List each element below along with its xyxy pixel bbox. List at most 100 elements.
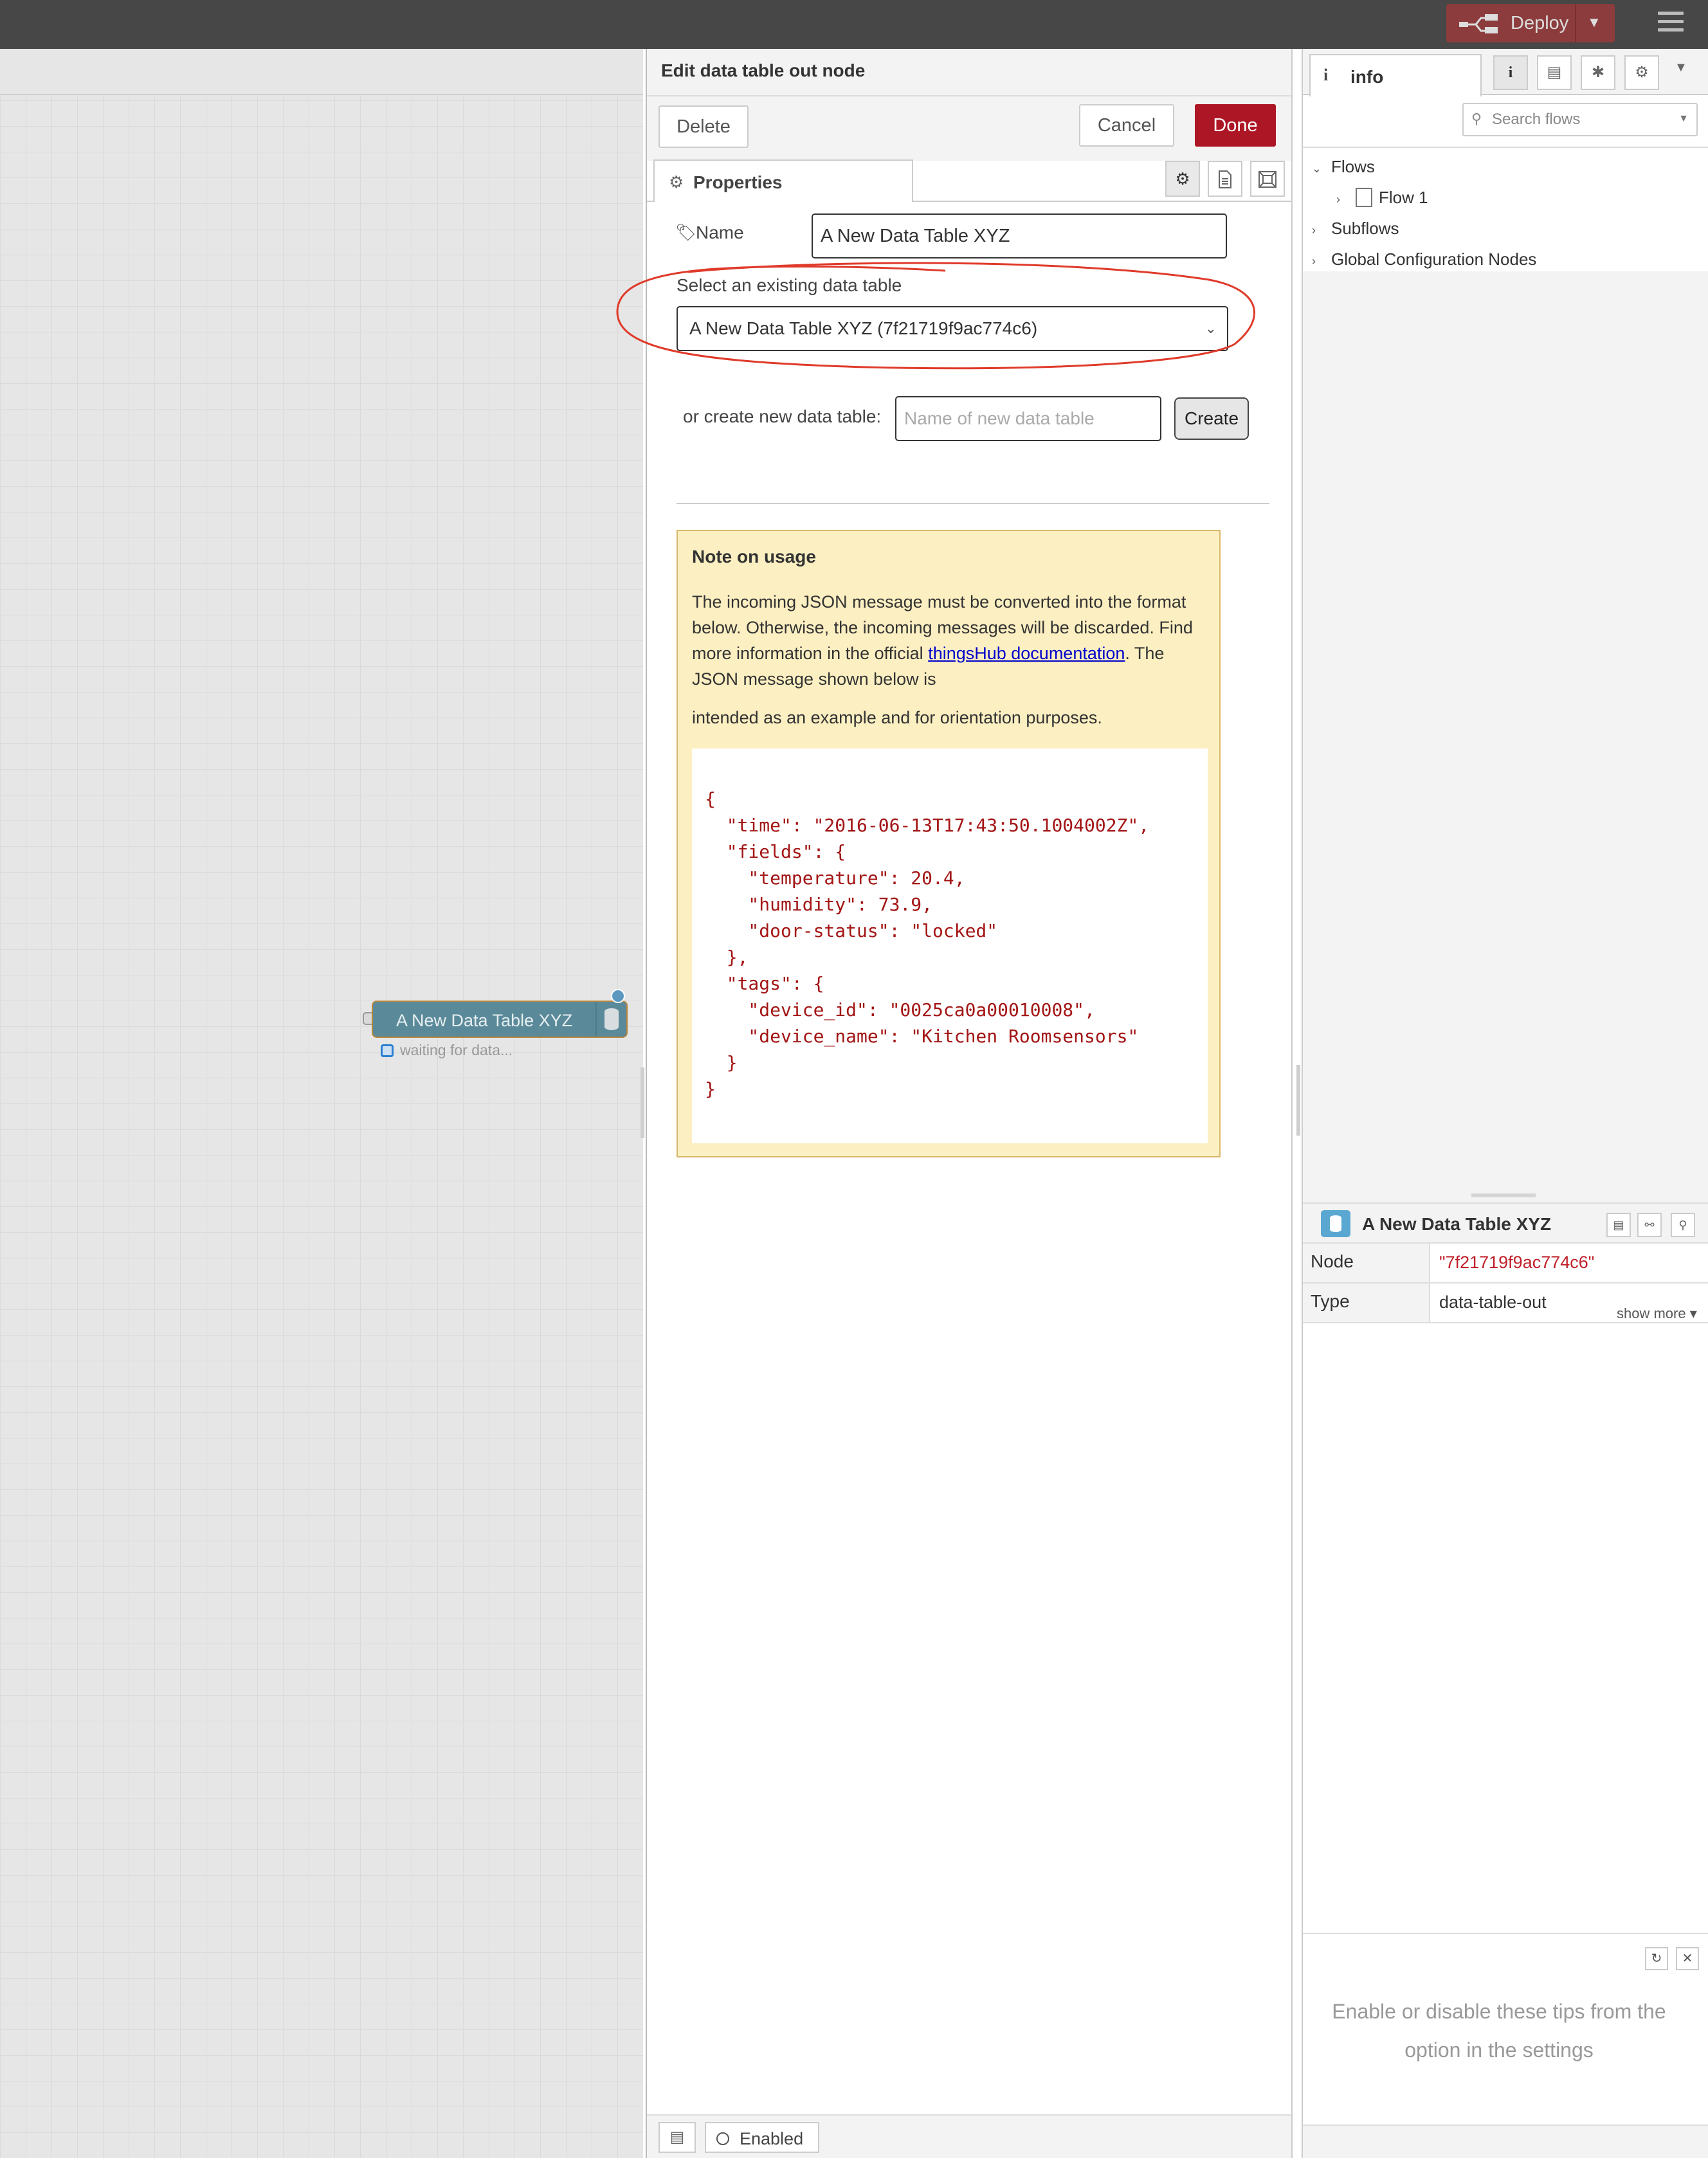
tree-item-global-config[interactable]: › Global Configuration Nodes [1312, 249, 1536, 269]
close-icon[interactable]: ✕ [1676, 1947, 1699, 1970]
status-icon [381, 1044, 394, 1057]
flow-node-label: A New Data Table XYZ [396, 1011, 573, 1030]
workspace-canvas[interactable] [0, 49, 643, 2158]
usage-note-title: Note on usage [692, 547, 816, 567]
flow-tree: ⌄ Flows › Flow 1 › Subflows › Global Configu… [1303, 147, 1708, 1202]
node-id-value[interactable]: "7f21719f9ac774c6" [1439, 1253, 1594, 1273]
tag-icon: 🏷 [675, 222, 697, 242]
create-button[interactable]: Create [1174, 397, 1249, 440]
hamburger-menu-icon[interactable] [1658, 12, 1684, 35]
gear-icon: ⚙ [669, 172, 684, 192]
type-value: data-table-out [1439, 1292, 1547, 1312]
name-input[interactable] [812, 213, 1227, 258]
sidebar-footer [1303, 2125, 1708, 2158]
chevron-right-icon: › [1312, 224, 1316, 237]
name-label: Name [696, 222, 744, 242]
done-button[interactable]: Done [1195, 104, 1276, 147]
flow-node[interactable]: A New Data Table XYZ [372, 1001, 628, 1038]
cancel-button[interactable]: Cancel [1079, 104, 1174, 147]
tree-item-flow1[interactable]: › Flow 1 [1336, 188, 1428, 208]
new-table-name-input[interactable] [895, 396, 1161, 441]
caret-down-icon[interactable]: ▼ [1675, 60, 1687, 75]
header-bar: Deploy ▼ [0, 0, 1708, 49]
data-table-select-value: A New Data Table XYZ (7f21719f9ac774c6) [689, 318, 1038, 338]
divider [677, 503, 1269, 504]
deploy-label: Deploy [1511, 13, 1569, 33]
tray-header: Edit data table out node [647, 49, 1291, 96]
deploy-separator [1575, 4, 1576, 42]
json-example-box: { "time": "2016-06-13T17:43:50.1004002Z"… [692, 748, 1208, 1143]
create-table-label: or create new data table: [683, 406, 882, 426]
node-info-header: A New Data Table XYZ ▤ ⚯ ⚲ [1303, 1202, 1708, 1244]
bug-icon[interactable]: ✱ [1581, 55, 1615, 90]
enabled-label: Enabled [740, 2129, 804, 2148]
search-flows[interactable]: ⚲ ▼ [1462, 103, 1698, 136]
type-key: Type [1303, 1283, 1430, 1322]
link-icon[interactable]: ⚯ [1637, 1213, 1662, 1237]
usage-note-text-line2: intended as an example and for orientati… [692, 708, 1102, 727]
tray-splitter[interactable] [1296, 1065, 1300, 1136]
delete-button[interactable]: Delete [659, 105, 749, 148]
chevron-down-icon: ⌄ [1204, 320, 1217, 336]
tab-properties[interactable]: ⚙ Properties [653, 159, 913, 202]
json-example-code: { "time": "2016-06-13T17:43:50.1004002Z"… [705, 788, 1150, 1100]
show-more-link[interactable]: show more ▾ [1617, 1305, 1697, 1322]
appearance-icon[interactable] [1250, 161, 1285, 197]
workspace-splitter[interactable] [640, 1067, 644, 1138]
tab-properties-label: Properties [693, 172, 783, 192]
caret-down-icon[interactable]: ▼ [1587, 14, 1601, 31]
node-changed-indicator [611, 989, 625, 1003]
flow-icon [1356, 188, 1372, 207]
chevron-right-icon: › [1336, 193, 1340, 206]
tree-item-label: Flows [1331, 157, 1375, 176]
select-table-label: Select an existing data table [677, 275, 902, 295]
tree-item-label: Flow 1 [1379, 188, 1428, 207]
tab-info[interactable]: i info [1309, 54, 1482, 96]
tip-text: Enable or disable these tips from the op… [1332, 2000, 1666, 2062]
node-key: Node [1303, 1244, 1430, 1282]
tray-title: Edit data table out node [661, 60, 866, 80]
tree-item-label: Global Configuration Nodes [1331, 249, 1537, 269]
database-icon [1321, 1210, 1350, 1237]
usage-note: Note on usage The incoming JSON message … [677, 530, 1221, 1157]
circle-icon [716, 2132, 729, 2145]
show-more-label: show more [1617, 1305, 1686, 1321]
book-icon[interactable]: ▤ [659, 2122, 696, 2153]
refresh-icon[interactable]: ↻ [1645, 1947, 1668, 1970]
tree-empty-area [1303, 271, 1708, 1202]
search-icon[interactable]: ⚲ [1671, 1213, 1695, 1237]
book-icon[interactable]: ▤ [1606, 1213, 1631, 1237]
deploy-button[interactable]: Deploy ▼ [1446, 4, 1615, 42]
chevron-down-icon: ⌄ [1312, 162, 1322, 175]
tree-item-label: Subflows [1331, 219, 1399, 238]
gear-icon[interactable]: ⚙ [1165, 161, 1200, 197]
usage-note-text: The incoming JSON message must be conver… [692, 589, 1206, 692]
sidebar: i info i ▤ ✱ ⚙ ▼ ⚲ ▼ ⌄ Flows › Flow 1 › Sub… [1302, 49, 1708, 2158]
chevron-right-icon: › [1312, 255, 1316, 267]
sidebar-tab-bar: i info i ▤ ✱ ⚙ ▼ [1303, 49, 1708, 96]
tree-item-flows[interactable]: ⌄ Flows [1312, 157, 1375, 177]
node-info-title: A New Data Table XYZ [1362, 1214, 1552, 1234]
info-icon: i [1323, 66, 1329, 84]
database-icon [595, 1002, 626, 1037]
caret-down-icon[interactable]: ▼ [1678, 113, 1689, 125]
sidebar-splitter[interactable] [1471, 1193, 1536, 1197]
book-icon[interactable]: ▤ [1537, 55, 1572, 90]
caret-down-icon: ▾ [1689, 1305, 1697, 1321]
data-table-select[interactable]: A New Data Table XYZ (7f21719f9ac774c6) … [677, 306, 1228, 351]
gear-icon[interactable]: ⚙ [1624, 55, 1659, 90]
tree-item-subflows[interactable]: › Subflows [1312, 219, 1399, 239]
node-status-text: waiting for data... [400, 1042, 513, 1058]
table-row: Node "7f21719f9ac774c6" [1303, 1244, 1708, 1283]
documentation-link[interactable]: thingsHub documentation [928, 644, 1125, 663]
tab-info-label: info [1350, 67, 1384, 87]
edit-tray: Edit data table out node Delete Cancel D… [646, 49, 1293, 2158]
search-icon: ⚲ [1471, 111, 1482, 127]
tray-footer: ▤ Enabled [647, 2114, 1291, 2158]
document-icon[interactable] [1208, 161, 1242, 197]
deploy-icon [1459, 14, 1498, 33]
search-input[interactable] [1491, 108, 1658, 131]
workspace-tab-bar [0, 49, 643, 95]
enabled-toggle[interactable]: Enabled [705, 2122, 819, 2153]
info-icon[interactable]: i [1493, 55, 1528, 90]
